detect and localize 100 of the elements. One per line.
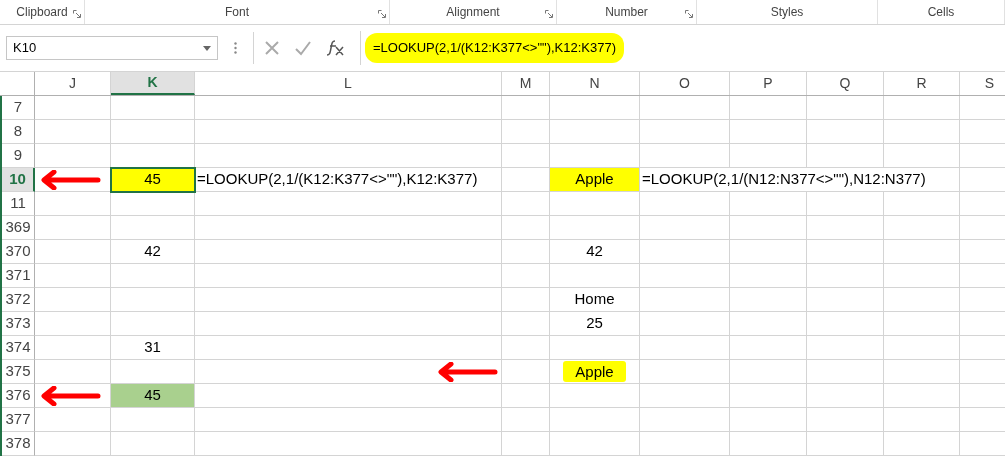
empty-cell[interactable] xyxy=(502,360,550,384)
empty-cell[interactable] xyxy=(550,96,640,120)
empty-cell[interactable] xyxy=(807,288,884,312)
formula-cell[interactable]: =LOOKUP(2,1/(K12:K377<>""),K12:K377) xyxy=(195,168,502,192)
empty-cell[interactable] xyxy=(640,312,730,336)
empty-cell[interactable] xyxy=(550,216,640,240)
empty-cell[interactable] xyxy=(730,312,807,336)
row-header[interactable]: 378 xyxy=(2,432,35,456)
empty-cell[interactable] xyxy=(502,432,550,456)
empty-cell[interactable] xyxy=(884,360,960,384)
empty-cell[interactable] xyxy=(502,216,550,240)
spreadsheet-cell[interactable]: 25 xyxy=(550,312,640,336)
empty-cell[interactable] xyxy=(640,384,730,408)
empty-cell[interactable] xyxy=(884,216,960,240)
empty-cell[interactable] xyxy=(730,264,807,288)
empty-cell[interactable] xyxy=(730,336,807,360)
empty-cell[interactable] xyxy=(550,336,640,360)
empty-cell[interactable] xyxy=(550,384,640,408)
function-icon[interactable] xyxy=(326,39,346,57)
spreadsheet-cell[interactable]: 42 xyxy=(550,240,640,264)
row-header[interactable]: 376 xyxy=(2,384,35,408)
empty-cell[interactable] xyxy=(807,264,884,288)
empty-cell[interactable] xyxy=(884,336,960,360)
empty-cell[interactable] xyxy=(807,144,884,168)
empty-cell[interactable] xyxy=(730,192,807,216)
empty-cell[interactable] xyxy=(807,432,884,456)
empty-cell[interactable] xyxy=(884,96,960,120)
empty-cell[interactable] xyxy=(195,120,502,144)
empty-cell[interactable] xyxy=(640,336,730,360)
empty-cell[interactable] xyxy=(730,240,807,264)
row-header[interactable]: 8 xyxy=(2,120,35,144)
empty-cell[interactable] xyxy=(640,144,730,168)
empty-cell[interactable] xyxy=(640,216,730,240)
empty-cell[interactable] xyxy=(730,408,807,432)
cancel-icon[interactable] xyxy=(264,40,280,56)
empty-cell[interactable] xyxy=(502,288,550,312)
empty-cell[interactable] xyxy=(640,360,730,384)
empty-cell[interactable] xyxy=(111,264,195,288)
empty-cell[interactable] xyxy=(884,240,960,264)
empty-cell[interactable] xyxy=(640,408,730,432)
row-header[interactable]: 377 xyxy=(2,408,35,432)
row-header[interactable]: 10 xyxy=(2,168,35,192)
spreadsheet-cell[interactable]: 45 xyxy=(111,168,195,192)
empty-cell[interactable] xyxy=(111,120,195,144)
empty-cell[interactable] xyxy=(640,288,730,312)
empty-cell[interactable] xyxy=(807,96,884,120)
row-header[interactable]: 374 xyxy=(2,336,35,360)
empty-cell[interactable] xyxy=(640,120,730,144)
empty-cell[interactable] xyxy=(502,144,550,168)
empty-cell[interactable] xyxy=(111,96,195,120)
empty-cell[interactable] xyxy=(502,264,550,288)
empty-cell[interactable] xyxy=(195,432,502,456)
empty-cell[interactable] xyxy=(730,216,807,240)
empty-cell[interactable] xyxy=(111,216,195,240)
empty-cell[interactable] xyxy=(807,120,884,144)
spreadsheet-cell[interactable]: 42 xyxy=(111,240,195,264)
row-header[interactable]: 369 xyxy=(2,216,35,240)
empty-cell[interactable] xyxy=(730,432,807,456)
dropdown-caret-icon[interactable] xyxy=(203,45,211,51)
empty-cell[interactable] xyxy=(884,120,960,144)
row-header[interactable]: 11 xyxy=(2,192,35,216)
empty-cell[interactable] xyxy=(640,96,730,120)
column-header[interactable]: K xyxy=(111,72,195,95)
row-header[interactable]: 373 xyxy=(2,312,35,336)
empty-cell[interactable] xyxy=(730,144,807,168)
empty-cell[interactable] xyxy=(550,120,640,144)
empty-cell[interactable] xyxy=(502,384,550,408)
spreadsheet-cell[interactable]: Apple xyxy=(550,168,640,192)
empty-cell[interactable] xyxy=(884,144,960,168)
empty-cell[interactable] xyxy=(730,96,807,120)
name-box[interactable]: K10 xyxy=(6,36,218,60)
empty-cell[interactable] xyxy=(730,288,807,312)
empty-cell[interactable] xyxy=(111,432,195,456)
empty-cell[interactable] xyxy=(884,288,960,312)
empty-cell[interactable] xyxy=(730,384,807,408)
row-header[interactable]: 7 xyxy=(2,96,35,120)
empty-cell[interactable] xyxy=(502,240,550,264)
empty-cell[interactable] xyxy=(195,264,502,288)
empty-cell[interactable] xyxy=(502,192,550,216)
spreadsheet-cell[interactable]: Home xyxy=(550,288,640,312)
empty-cell[interactable] xyxy=(550,432,640,456)
empty-cell[interactable] xyxy=(807,192,884,216)
empty-cell[interactable] xyxy=(550,408,640,432)
check-icon[interactable] xyxy=(294,40,312,56)
row-header[interactable]: 372 xyxy=(2,288,35,312)
empty-cell[interactable] xyxy=(195,192,502,216)
row-header[interactable]: 370 xyxy=(2,240,35,264)
empty-cell[interactable] xyxy=(640,264,730,288)
empty-cell[interactable] xyxy=(195,216,502,240)
empty-cell[interactable] xyxy=(195,312,502,336)
empty-cell[interactable] xyxy=(195,144,502,168)
empty-cell[interactable] xyxy=(195,408,502,432)
empty-cell[interactable] xyxy=(807,336,884,360)
dialog-launcher-icon[interactable] xyxy=(378,10,386,18)
empty-cell[interactable] xyxy=(111,192,195,216)
empty-cell[interactable] xyxy=(807,216,884,240)
empty-cell[interactable] xyxy=(807,384,884,408)
empty-cell[interactable] xyxy=(884,384,960,408)
empty-cell[interactable] xyxy=(640,432,730,456)
dialog-launcher-icon[interactable] xyxy=(685,10,693,18)
